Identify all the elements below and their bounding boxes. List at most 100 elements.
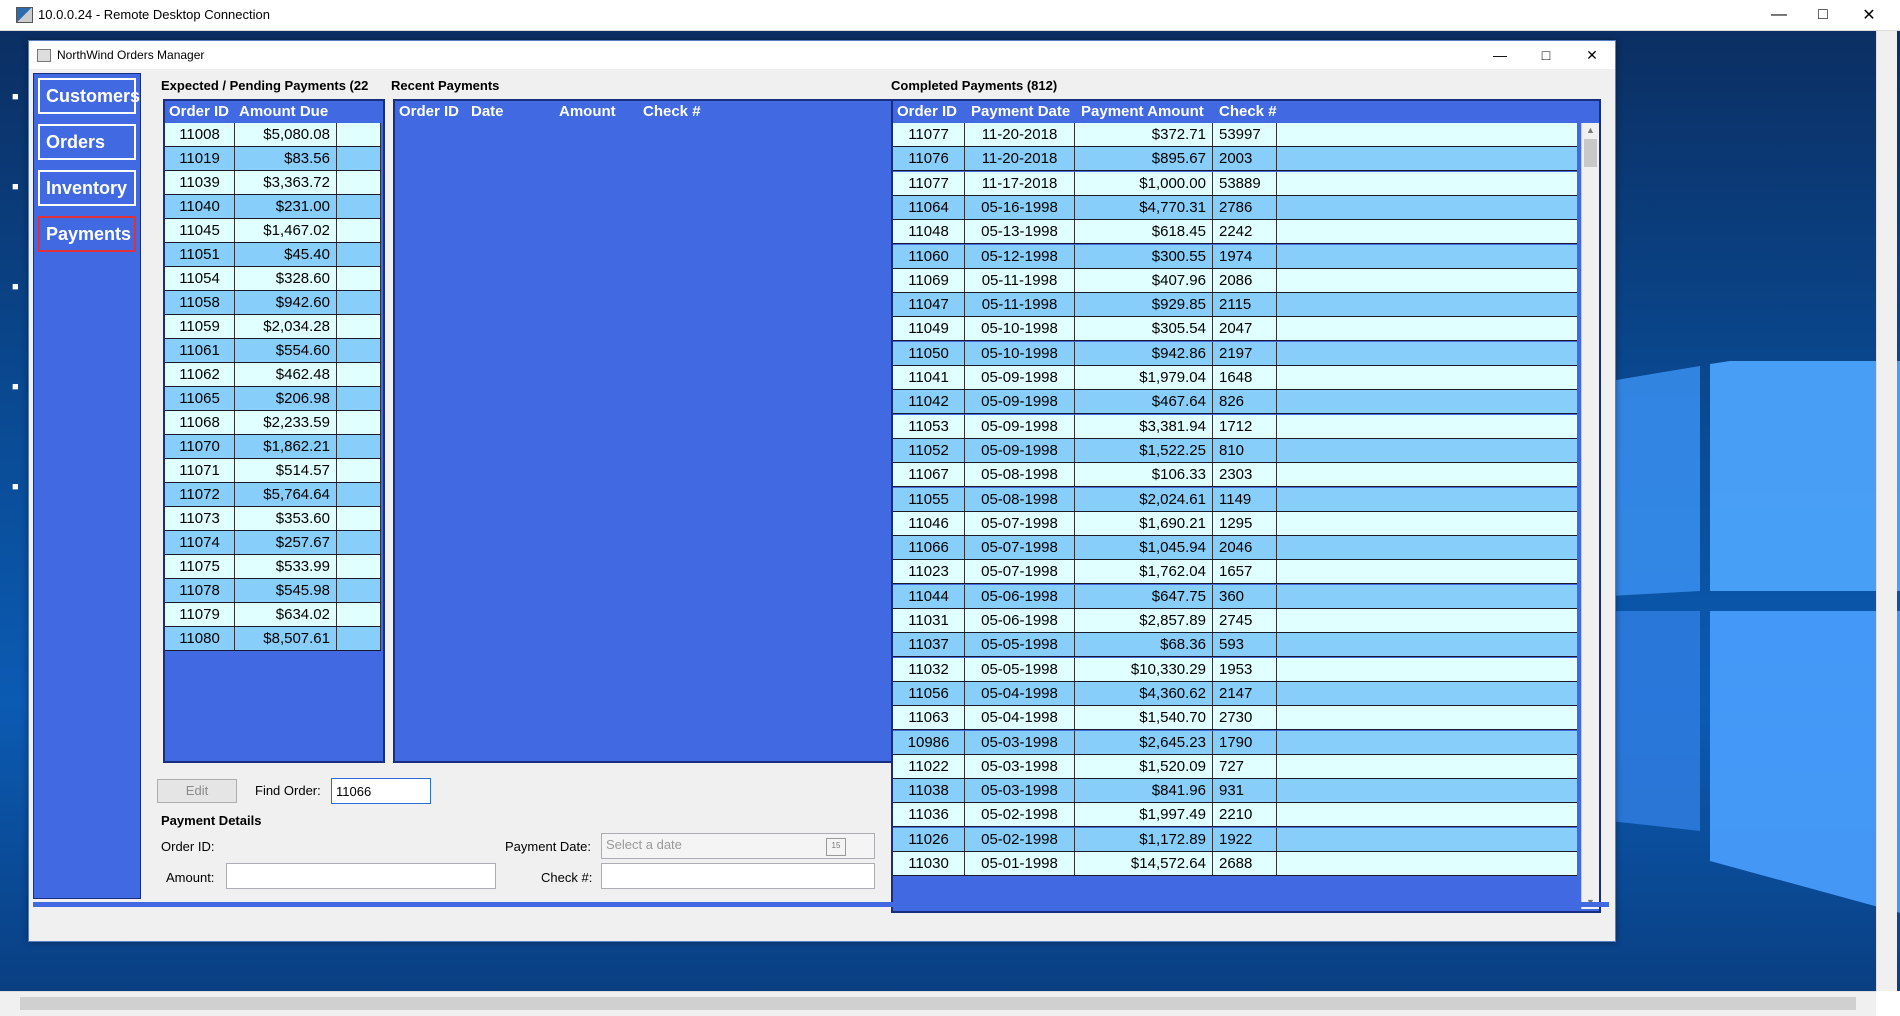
expected-col-amount-due[interactable]: Amount Due bbox=[235, 101, 355, 123]
payment-amount-cell: $4,360.62 bbox=[1075, 681, 1213, 705]
table-row[interactable]: 11055 05-08-1998 $2,024.61 1149 bbox=[893, 487, 1577, 512]
table-row[interactable]: 11058 $942.60 bbox=[165, 291, 381, 315]
table-row[interactable]: 11068 $2,233.59 bbox=[165, 411, 381, 435]
table-row[interactable]: 11069 05-11-1998 $407.96 2086 bbox=[893, 268, 1577, 293]
nav-inventory-button[interactable]: Inventory bbox=[38, 170, 136, 206]
completed-col-payment-amount[interactable]: Payment Amount bbox=[1077, 101, 1215, 123]
table-row[interactable]: 11032 05-05-1998 $10,330.29 1953 bbox=[893, 657, 1577, 682]
table-row[interactable]: 11061 $554.60 bbox=[165, 339, 381, 363]
payment-date-cell: 05-11-1998 bbox=[965, 293, 1075, 317]
table-row[interactable]: 11008 $5,080.08 bbox=[165, 123, 381, 147]
table-row[interactable]: 11066 05-07-1998 $1,045.94 2046 bbox=[893, 536, 1577, 561]
recent-col-date[interactable]: Date bbox=[467, 101, 555, 123]
table-row[interactable]: 11077 11-17-2018 $1,000.00 53889 bbox=[893, 171, 1577, 196]
app-close-icon[interactable]: ✕ bbox=[1569, 41, 1615, 69]
table-row[interactable]: 11062 $462.48 bbox=[165, 363, 381, 387]
table-row[interactable]: 11059 $2,034.28 bbox=[165, 315, 381, 339]
table-row[interactable]: 11045 $1,467.02 bbox=[165, 219, 381, 243]
check-number-input[interactable] bbox=[601, 863, 875, 889]
rdp-maximize-icon[interactable]: □ bbox=[1800, 0, 1846, 30]
table-row[interactable]: 11056 05-04-1998 $4,360.62 2147 bbox=[893, 681, 1577, 706]
table-row[interactable]: 11073 $353.60 bbox=[165, 507, 381, 531]
completed-payments-grid[interactable]: Order ID Payment Date Payment Amount Che… bbox=[891, 99, 1601, 913]
table-row[interactable]: 11067 05-08-1998 $106.33 2303 bbox=[893, 463, 1577, 488]
table-row[interactable]: 11050 05-10-1998 $942.86 2197 bbox=[893, 341, 1577, 366]
row-filler-cell bbox=[337, 219, 381, 242]
table-row[interactable]: 11052 05-09-1998 $1,522.25 810 bbox=[893, 438, 1577, 463]
check-number-cell: 2730 bbox=[1213, 706, 1277, 730]
table-row[interactable]: 11019 $83.56 bbox=[165, 147, 381, 171]
table-row[interactable]: 11030 05-01-1998 $14,572.64 2688 bbox=[893, 852, 1577, 876]
app-maximize-icon[interactable]: □ bbox=[1523, 41, 1569, 69]
rdp-minimize-icon[interactable]: — bbox=[1756, 0, 1802, 30]
recent-col-check[interactable]: Check # bbox=[639, 101, 719, 123]
nav-payments-button[interactable]: Payments bbox=[38, 216, 136, 252]
table-row[interactable]: 11077 11-20-2018 $372.71 53997 bbox=[893, 123, 1577, 147]
table-row[interactable]: 11046 05-07-1998 $1,690.21 1295 bbox=[893, 511, 1577, 536]
table-row[interactable]: 11053 05-09-1998 $3,381.94 1712 bbox=[893, 414, 1577, 439]
amount-due-cell: $5,080.08 bbox=[235, 123, 337, 146]
table-row[interactable]: 11022 05-03-1998 $1,520.09 727 bbox=[893, 754, 1577, 779]
table-row[interactable]: 11049 05-10-1998 $305.54 2047 bbox=[893, 317, 1577, 342]
app-minimize-icon[interactable]: — bbox=[1477, 41, 1523, 69]
table-row[interactable]: 11048 05-13-1998 $618.45 2242 bbox=[893, 220, 1577, 245]
rdp-vertical-scrollbar[interactable] bbox=[1876, 31, 1897, 991]
payment-date-picker[interactable]: Select a date 15 bbox=[601, 833, 875, 859]
payment-amount-cell: $841.96 bbox=[1075, 779, 1213, 803]
table-row[interactable]: 11047 05-11-1998 $929.85 2115 bbox=[893, 293, 1577, 318]
rdp-horizontal-scrollbar[interactable] bbox=[0, 991, 1876, 1016]
scroll-thumb[interactable] bbox=[1584, 139, 1597, 167]
nav-customers-button[interactable]: Customers bbox=[38, 78, 140, 114]
row-filler-cell bbox=[337, 147, 381, 170]
table-row[interactable]: 11036 05-02-1998 $1,997.49 2210 bbox=[893, 803, 1577, 828]
recent-payments-grid[interactable]: Order ID Date Amount Check # bbox=[393, 99, 903, 763]
table-row[interactable]: 11040 $231.00 bbox=[165, 195, 381, 219]
table-row[interactable]: 11074 $257.67 bbox=[165, 531, 381, 555]
expected-payments-grid[interactable]: Order ID Amount Due 11008 $5,080.08 11019 $… bbox=[163, 99, 385, 763]
table-row[interactable]: 11026 05-02-1998 $1,172.89 1922 bbox=[893, 827, 1577, 852]
table-row[interactable]: 11075 $533.99 bbox=[165, 555, 381, 579]
table-row[interactable]: 11054 $328.60 bbox=[165, 267, 381, 291]
expected-col-order-id[interactable]: Order ID bbox=[165, 101, 235, 123]
table-row[interactable]: 11031 05-06-1998 $2,857.89 2745 bbox=[893, 609, 1577, 633]
table-row[interactable]: 11037 05-05-1998 $68.36 593 bbox=[893, 633, 1577, 658]
table-row[interactable]: 11060 05-12-1998 $300.55 1974 bbox=[893, 244, 1577, 269]
amount-due-cell: $545.98 bbox=[235, 579, 337, 602]
calendar-icon[interactable]: 15 bbox=[826, 838, 846, 856]
table-row[interactable]: 11039 $3,363.72 bbox=[165, 171, 381, 195]
table-row[interactable]: 11044 05-06-1998 $647.75 360 bbox=[893, 584, 1577, 609]
completed-col-check[interactable]: Check # bbox=[1215, 101, 1295, 123]
table-row[interactable]: 11070 $1,862.21 bbox=[165, 435, 381, 459]
edit-button[interactable]: Edit bbox=[157, 779, 237, 803]
table-row[interactable]: 11051 $45.40 bbox=[165, 243, 381, 267]
recent-col-order-id[interactable]: Order ID bbox=[395, 101, 467, 123]
payment-amount-cell: $647.75 bbox=[1075, 584, 1213, 608]
table-row[interactable]: 10986 05-03-1998 $2,645.23 1790 bbox=[893, 730, 1577, 755]
table-row[interactable]: 11042 05-09-1998 $467.64 826 bbox=[893, 390, 1577, 415]
rdp-close-icon[interactable]: ✕ bbox=[1846, 0, 1892, 30]
table-row[interactable]: 11079 $634.02 bbox=[165, 603, 381, 627]
rdp-hscroll-thumb[interactable] bbox=[20, 997, 1856, 1010]
amount-input[interactable] bbox=[226, 863, 496, 889]
table-row[interactable]: 11038 05-03-1998 $841.96 931 bbox=[893, 779, 1577, 804]
scroll-up-icon[interactable]: ▲ bbox=[1586, 125, 1595, 135]
table-row[interactable]: 11041 05-09-1998 $1,979.04 1648 bbox=[893, 366, 1577, 390]
table-row[interactable]: 11076 11-20-2018 $895.67 2003 bbox=[893, 147, 1577, 172]
table-row[interactable]: 11080 $8,507.61 bbox=[165, 627, 381, 651]
order-id-cell: 11047 bbox=[893, 293, 965, 317]
find-order-input[interactable] bbox=[331, 778, 431, 804]
payment-amount-cell: $1,172.89 bbox=[1075, 827, 1213, 851]
table-row[interactable]: 11071 $514.57 bbox=[165, 459, 381, 483]
table-row[interactable]: 11023 05-07-1998 $1,762.04 1657 bbox=[893, 560, 1577, 585]
nav-orders-button[interactable]: Orders bbox=[38, 124, 136, 160]
completed-vertical-scrollbar[interactable]: ▲ ▼ bbox=[1581, 123, 1599, 909]
recent-col-amount[interactable]: Amount bbox=[555, 101, 639, 123]
table-row[interactable]: 11063 05-04-1998 $1,540.70 2730 bbox=[893, 706, 1577, 731]
table-row[interactable]: 11065 $206.98 bbox=[165, 387, 381, 411]
table-row[interactable]: 11078 $545.98 bbox=[165, 579, 381, 603]
completed-col-order-id[interactable]: Order ID bbox=[893, 101, 967, 123]
completed-col-payment-date[interactable]: Payment Date bbox=[967, 101, 1077, 123]
table-row[interactable]: 11072 $5,764.64 bbox=[165, 483, 381, 507]
order-id-cell: 11058 bbox=[165, 291, 235, 314]
table-row[interactable]: 11064 05-16-1998 $4,770.31 2786 bbox=[893, 195, 1577, 220]
